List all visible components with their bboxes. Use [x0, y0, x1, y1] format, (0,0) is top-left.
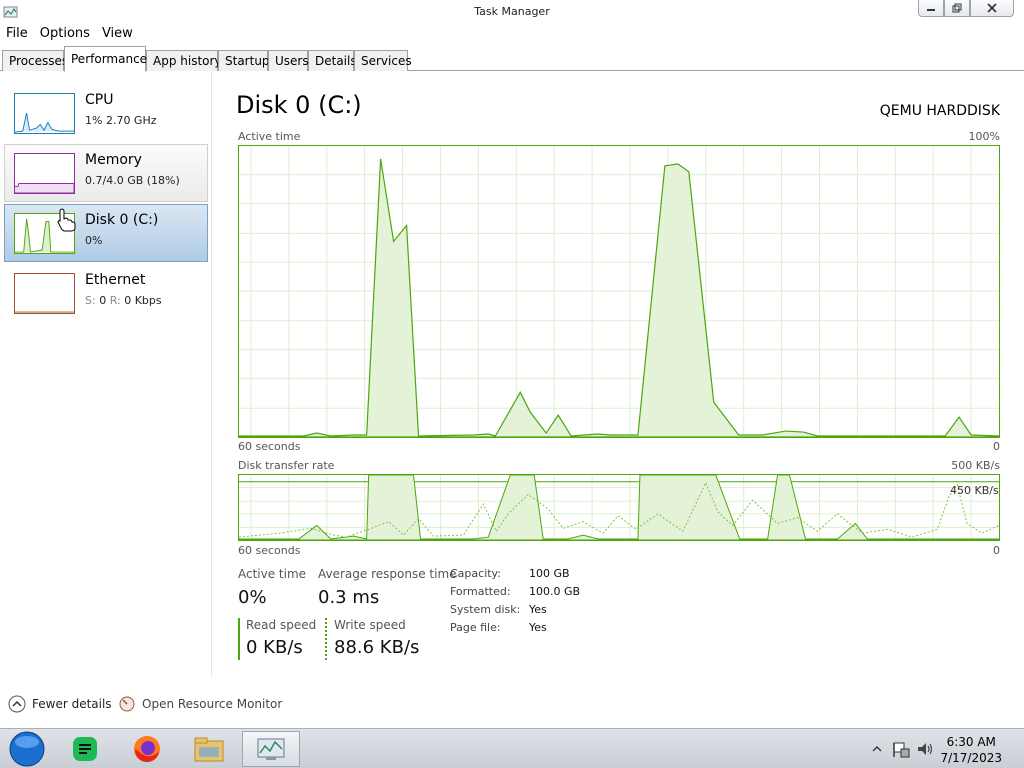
active-time-value: 0% — [238, 587, 267, 608]
fewer-details-button[interactable]: Fewer details — [8, 695, 112, 713]
resource-sidebar: CPU 1% 2.70 GHz Memory 0.7/4.0 GB (18%) … — [0, 72, 212, 676]
page-file-value: Yes — [529, 621, 547, 634]
send-label: S: — [85, 294, 96, 307]
volume-icon[interactable] — [916, 740, 934, 758]
taskbar-notes-app[interactable] — [58, 731, 112, 767]
write-speed-marker — [325, 618, 327, 660]
active-time-x-end: 0 — [993, 440, 1000, 453]
menu-options[interactable]: Options — [34, 24, 96, 44]
formatted-label: Formatted: — [450, 585, 511, 598]
task-manager-icon — [257, 738, 285, 760]
read-speed-value: 0 KB/s — [246, 637, 303, 658]
restore-button[interactable] — [944, 0, 970, 17]
footer-bar: Fewer details Open Resource Monitor — [0, 690, 1024, 726]
avg-response-value: 0.3 ms — [318, 587, 380, 608]
sidebar-item-memory[interactable]: Memory 0.7/4.0 GB (18%) — [4, 144, 208, 202]
tab-startup[interactable]: Startup — [218, 50, 270, 71]
active-time-label: Active time — [238, 567, 307, 581]
write-speed-value: 88.6 KB/s — [334, 637, 420, 658]
taskbar-file-explorer[interactable] — [182, 731, 236, 767]
send-value: 0 — [99, 294, 107, 307]
action-center-flag-icon[interactable] — [892, 740, 910, 758]
minimize-button[interactable] — [918, 0, 944, 17]
firefox-icon — [134, 736, 160, 763]
fewer-details-label: Fewer details — [32, 697, 112, 711]
sidebar-item-disk[interactable]: Disk 0 (C:) 0% — [4, 204, 208, 262]
system-disk-label: System disk: — [450, 603, 521, 616]
page-title: Disk 0 (C:) — [236, 91, 362, 119]
tab-bar: Processes Performance App history Startu… — [0, 44, 1024, 72]
title-bar: Task Manager — [0, 0, 1024, 24]
page-file-label: Page file: — [450, 621, 501, 634]
read-rate-series — [239, 475, 999, 540]
tab-users[interactable]: Users — [268, 50, 309, 71]
write-rate-series — [239, 481, 999, 538]
sidebar-item-cpu[interactable]: CPU 1% 2.70 GHz — [4, 84, 208, 142]
read-speed-marker — [238, 618, 240, 660]
resource-monitor-label: Open Resource Monitor — [142, 697, 283, 711]
ethernet-thumbnail-graph — [14, 273, 75, 314]
system-clock[interactable]: 6:30 AM 7/17/2023 — [940, 734, 1002, 766]
show-hidden-icons-icon[interactable] — [872, 745, 882, 753]
open-resource-monitor-link[interactable]: Open Resource Monitor — [118, 695, 282, 713]
disk-model: QEMU HARDDISK — [879, 103, 1000, 119]
memory-thumbnail-graph — [14, 153, 75, 194]
sidebar-item-title: Memory — [85, 152, 142, 168]
menu-file[interactable]: File — [0, 24, 34, 44]
notes-app-icon — [73, 737, 97, 761]
sidebar-item-ethernet[interactable]: Ethernet S: 0 R: 0 Kbps — [4, 264, 208, 322]
tab-processes[interactable]: Processes — [2, 50, 68, 71]
clock-date: 7/17/2023 — [940, 751, 1002, 765]
start-button[interactable] — [0, 731, 54, 767]
capacity-label: Capacity: — [450, 567, 501, 580]
tab-details[interactable]: Details — [308, 50, 357, 71]
receive-value: 0 Kbps — [124, 294, 162, 307]
window-title: Task Manager — [474, 5, 550, 18]
active-time-x-start: 60 seconds — [238, 440, 301, 453]
clock-time: 6:30 AM — [946, 735, 996, 749]
system-disk-value: Yes — [529, 603, 547, 616]
minimize-icon — [927, 9, 935, 11]
tab-app-history[interactable]: App history — [146, 50, 222, 71]
close-button[interactable] — [970, 0, 1014, 17]
sidebar-item-subtitle: S: 0 R: 0 Kbps — [85, 294, 162, 307]
tab-services[interactable]: Services — [354, 50, 412, 71]
sidebar-item-title: Ethernet — [85, 272, 146, 288]
formatted-value: 100.0 GB — [529, 585, 581, 598]
hand-cursor-icon — [57, 208, 76, 232]
tab-performance[interactable]: Performance — [64, 46, 147, 72]
taskbar: 6:30 AM 7/17/2023 — [0, 728, 1024, 768]
restore-icon — [952, 3, 962, 13]
transfer-rate-graph-label: Disk transfer rate — [238, 459, 335, 472]
menu-bar: File Options View — [0, 24, 139, 44]
cpu-thumbnail-graph — [14, 93, 75, 134]
menu-view[interactable]: View — [96, 24, 139, 44]
close-icon — [987, 3, 997, 13]
sidebar-item-subtitle: 0.7/4.0 GB (18%) — [85, 174, 180, 187]
transfer-rate-mark: 450 KB/s — [950, 484, 999, 497]
sidebar-item-title: CPU — [85, 92, 114, 108]
avg-response-label: Average response time — [318, 567, 457, 581]
taskbar-task-manager[interactable] — [242, 731, 300, 767]
transfer-rate-max-label: 500 KB/s — [951, 459, 1000, 472]
capacity-value: 100 GB — [529, 567, 570, 580]
active-time-series — [239, 158, 999, 437]
sidebar-item-title: Disk 0 (C:) — [85, 212, 159, 228]
resource-monitor-icon — [119, 696, 135, 712]
active-time-max-label: 100% — [968, 130, 1000, 143]
transfer-rate-graph — [238, 474, 1000, 541]
folder-icon — [194, 737, 224, 762]
sidebar-item-subtitle: 0% — [85, 234, 103, 247]
write-speed-label: Write speed — [334, 618, 406, 632]
read-speed-label: Read speed — [246, 618, 317, 632]
active-time-graph — [238, 145, 1000, 438]
chevron-up-circle-icon — [8, 695, 26, 713]
active-time-graph-label: Active time — [238, 130, 301, 143]
receive-label: R: — [109, 294, 121, 307]
start-orb-icon — [9, 731, 45, 767]
sidebar-item-subtitle: 1% 2.70 GHz — [85, 114, 157, 127]
transfer-rate-x-end: 0 — [993, 544, 1000, 557]
transfer-rate-x-start: 60 seconds — [238, 544, 301, 557]
taskbar-firefox[interactable] — [120, 731, 174, 767]
